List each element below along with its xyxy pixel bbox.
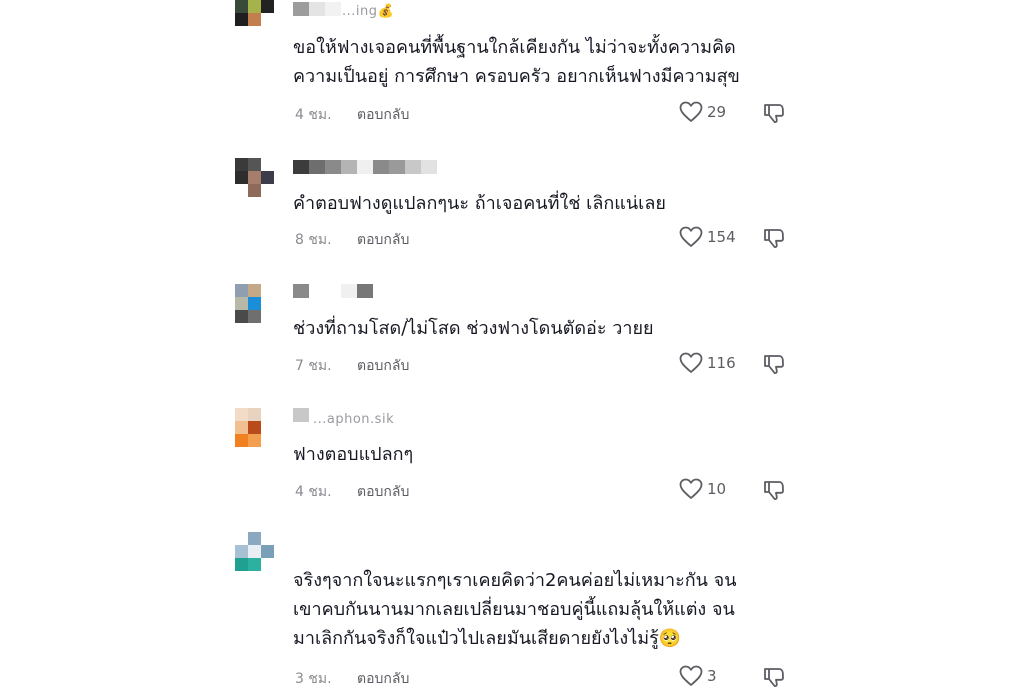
comment-meta: 4 ชม. ตอบกลับ 29 bbox=[295, 101, 795, 126]
reply-button[interactable]: ตอบกลับ bbox=[357, 481, 409, 503]
avatar[interactable] bbox=[235, 532, 287, 584]
avatar[interactable] bbox=[235, 0, 287, 39]
comment-text: ฟางตอบแปลกๆ bbox=[293, 444, 414, 465]
reply-button[interactable]: ตอบกลับ bbox=[357, 355, 409, 377]
reply-button[interactable]: ตอบกลับ bbox=[357, 668, 409, 690]
thumbs-down-outline-icon bbox=[764, 355, 784, 375]
heart-outline-icon bbox=[679, 101, 703, 122]
heart-outline-icon bbox=[679, 352, 703, 373]
username-pixelated[interactable] bbox=[293, 160, 437, 174]
comment-time: 8 ชม. bbox=[295, 232, 332, 248]
thumbs-down-outline-icon bbox=[764, 481, 784, 501]
like-count: 154 bbox=[707, 228, 736, 246]
username-pixelated[interactable] bbox=[293, 2, 341, 16]
thumbs-down-outline-icon bbox=[764, 104, 784, 124]
comment-time: 7 ชม. bbox=[295, 358, 332, 374]
comment-meta: 8 ชม. ตอบกลับ 154 bbox=[295, 226, 795, 251]
like-button[interactable]: 154 bbox=[679, 226, 736, 248]
dislike-button[interactable] bbox=[762, 226, 786, 254]
reply-button[interactable]: ตอบกลับ bbox=[357, 104, 409, 126]
username-pixelated[interactable] bbox=[293, 284, 373, 298]
comment-meta: 4 ชม. ตอบกลับ 10 bbox=[295, 478, 795, 503]
heart-outline-icon bbox=[679, 478, 703, 499]
dislike-button[interactable] bbox=[762, 352, 786, 380]
comment-time: 3 ชม. bbox=[295, 671, 332, 687]
username[interactable]: ...aphon.sik bbox=[313, 412, 394, 427]
thumbs-down-outline-icon bbox=[764, 229, 784, 249]
comment-text: คำตอบฟางดูแปลกๆนะ ถ้าเจอคนที่ใช่ เลิกแน่… bbox=[293, 193, 666, 214]
like-count: 10 bbox=[707, 480, 727, 498]
comment-time: 4 ชม. bbox=[295, 484, 332, 500]
comment-time: 4 ชม. bbox=[295, 107, 332, 123]
like-count: 3 bbox=[707, 667, 717, 685]
dislike-button[interactable] bbox=[762, 478, 786, 506]
comment-text: ช่วงที่ถามโสด/ไม่โสด ช่วงฟางโดนตัดอ่ะ วา… bbox=[293, 318, 654, 339]
like-button[interactable]: 116 bbox=[679, 352, 736, 374]
like-count: 29 bbox=[707, 103, 727, 121]
avatar[interactable] bbox=[235, 158, 287, 210]
comment-meta: 7 ชม. ตอบกลับ 116 bbox=[295, 352, 795, 377]
username[interactable]: ...ing💰 bbox=[342, 4, 394, 19]
comment-text: จริงๆจากใจนะแรกๆเราเคยคิดว่า2คนค่อยไม่เห… bbox=[293, 570, 737, 649]
avatar[interactable] bbox=[235, 408, 287, 460]
dislike-button[interactable] bbox=[762, 101, 786, 129]
heart-outline-icon bbox=[679, 226, 703, 247]
comment-meta: 3 ชม. ตอบกลับ 3 bbox=[295, 665, 795, 690]
username-pixelated[interactable] bbox=[293, 408, 309, 422]
thumbs-down-outline-icon bbox=[764, 668, 784, 688]
reply-button[interactable]: ตอบกลับ bbox=[357, 229, 409, 251]
like-count: 116 bbox=[707, 354, 736, 372]
avatar[interactable] bbox=[235, 284, 287, 336]
comment-text: ขอให้ฟางเจอคนที่พื้นฐานใกล้เคียงกัน ไม่ว… bbox=[293, 37, 740, 87]
like-button[interactable]: 10 bbox=[679, 478, 726, 500]
like-button[interactable]: 29 bbox=[679, 101, 726, 123]
dislike-button[interactable] bbox=[762, 665, 786, 693]
